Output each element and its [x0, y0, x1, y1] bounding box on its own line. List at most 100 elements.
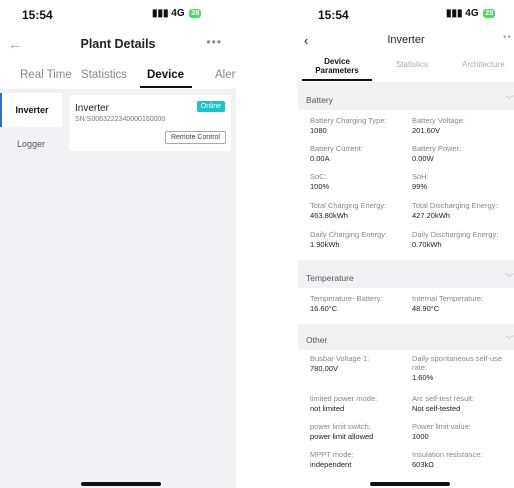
tab-statistics[interactable]: Statistics	[81, 69, 127, 81]
page-title: Plant Details	[80, 37, 156, 51]
param-arc-self-test: Arc self-test result: Not self-tested	[412, 394, 510, 414]
param-internal-temperature: Internal Temperature: 48.90°C	[412, 294, 510, 314]
more-options-icon[interactable]: ••	[503, 32, 512, 43]
remote-control-button[interactable]: Remote Control	[164, 131, 226, 144]
param-label: Daily Charging Energy:	[310, 230, 388, 239]
home-indicator[interactable]	[370, 482, 450, 486]
param-mppt-mode: MPPT mode: independent	[310, 450, 408, 470]
param-label: Battery Current:	[310, 144, 363, 153]
param-soc: SoC: 100%	[310, 172, 408, 192]
param-value: 0.70kWh	[412, 240, 442, 249]
param-label: Battery Power:	[412, 144, 462, 153]
sidebar-item-logger[interactable]: Logger	[0, 127, 62, 161]
device-type-sidebar: Inverter Logger	[0, 90, 62, 488]
chevron-down-icon: ﹀	[504, 335, 514, 345]
inverter-parameters-screen: 15:54 ▮▮▮ 4G 28 ‹ Inverter •• Device Par…	[298, 0, 514, 488]
param-label: Busbar Voltage 1:	[310, 354, 370, 363]
param-battery-current: Battery Current: 0.00A	[310, 144, 408, 164]
param-value: 0.00A	[310, 154, 330, 163]
tab-architecture[interactable]: Architecture	[462, 60, 505, 69]
section-header-other[interactable]: Other ﹀	[298, 330, 514, 350]
signal-indicator: ▮▮▮ 4G 28	[446, 8, 496, 19]
network-type: 4G	[171, 8, 185, 19]
param-value: 1080	[310, 126, 327, 135]
page-title: Inverter	[387, 34, 425, 46]
device-card[interactable]: Inverter SN:S006322234000016000​0 Online…	[69, 95, 231, 151]
status-time: 15:54	[22, 8, 53, 22]
param-value: power limit allowed	[310, 432, 374, 441]
param-daily-charging-energy: Daily Charging Energy: 1.90kWh	[310, 230, 408, 250]
section-header-battery[interactable]: Battery ﹀	[298, 90, 514, 110]
param-value: independent	[310, 460, 352, 469]
param-value: 99%	[412, 182, 428, 191]
nav-bar: ‹ Inverter ••	[298, 30, 514, 52]
more-options-icon[interactable]: •••	[206, 35, 222, 49]
param-total-discharging-energy: Total Discharging Energy: 427.20kWh	[412, 201, 510, 221]
param-value: 48.90°C	[412, 304, 440, 313]
device-serial: SN:S006322234000016000​0	[75, 116, 166, 123]
param-value: 427.20kWh	[412, 211, 450, 220]
param-value: 603kΩ	[412, 460, 434, 469]
param-battery-voltage: Battery Voltage: 201.60V	[412, 116, 510, 136]
param-busbar-voltage: Busbar Voltage 1: 780.00V	[310, 354, 408, 374]
section-title: Battery	[306, 95, 333, 105]
active-tab-indicator	[140, 86, 192, 88]
param-value: 463.80kWh	[310, 211, 348, 220]
param-label: Total Charging Energy:	[310, 201, 387, 210]
sidebar-item-inverter[interactable]: Inverter	[0, 93, 62, 127]
param-value: 100%	[310, 182, 330, 191]
param-value: Not self-tested	[412, 404, 461, 413]
param-label: SoH:	[412, 172, 429, 181]
param-power-limit-value: Power limit value: 1000	[412, 422, 510, 442]
status-badge: Online	[196, 101, 225, 112]
param-battery-power: Battery Power: 0.00W	[412, 144, 510, 164]
signal-bars-icon: ▮▮▮	[152, 8, 169, 19]
section-title: Other	[306, 335, 328, 345]
param-value: 0.00W	[412, 154, 434, 163]
param-value: 16.60°C	[310, 304, 338, 313]
active-tab-indicator	[302, 79, 372, 81]
param-battery-charging-type: Battery Charging Type: 1080	[310, 116, 408, 136]
param-insulation-resistance: Insulation resistance: 603kΩ	[412, 450, 510, 470]
param-value: 201.60V	[412, 126, 440, 135]
param-value: 1.90kWh	[310, 240, 340, 249]
param-limited-power-mode: limited power mode: not limited	[310, 394, 408, 414]
param-label: Daily spontaneous self-use rate:	[412, 354, 503, 372]
section-title: Temperature	[306, 273, 354, 283]
param-label: SoC:	[310, 172, 327, 181]
battery-icon: 28	[189, 9, 202, 18]
plant-details-screen: 15:54 ▮▮▮ 4G 28 ← Plant Details ••• Real…	[0, 0, 236, 488]
param-daily-discharging-energy: Daily Discharging Energy: 0.70kWh	[412, 230, 510, 250]
status-bar: 15:54 ▮▮▮ 4G 28	[298, 0, 514, 30]
section-header-temperature[interactable]: Temperature ﹀	[298, 268, 514, 288]
param-power-limit-switch: power limit switch: power limit allowed	[310, 422, 408, 442]
param-label: limited power mode:	[310, 394, 378, 403]
other-params: Busbar Voltage 1: 780.00V Daily spontaneo…	[298, 350, 514, 488]
chevron-down-icon: ﹀	[504, 273, 514, 283]
network-type: 4G	[465, 8, 479, 19]
param-total-charging-energy: Total Charging Energy: 463.80kWh	[310, 201, 408, 221]
param-label: Daily Discharging Energy:	[412, 230, 499, 239]
tab-bar: Device Parameters Statistics Architectur…	[298, 52, 514, 82]
tab-real-time[interactable]: Real Time	[20, 69, 72, 81]
tab-device[interactable]: Device	[147, 69, 184, 81]
device-name: Inverter	[75, 103, 109, 114]
battery-icon: 28	[483, 9, 496, 18]
param-label: Temperature- Battery:	[310, 294, 383, 303]
param-soh: SoH: 99%	[412, 172, 510, 192]
tab-device-parameters[interactable]: Device Parameters	[302, 57, 372, 75]
param-value: 780.00V	[310, 364, 338, 373]
status-time: 15:54	[318, 8, 349, 22]
param-label: MPPT mode:	[310, 450, 354, 459]
param-value: 1.60%	[412, 373, 434, 382]
param-battery-temperature: Temperature- Battery: 16.60°C	[310, 294, 408, 314]
param-label: Insulation resistance:	[412, 450, 483, 459]
tab-statistics[interactable]: Statistics	[396, 60, 428, 69]
param-label: Internal Temperature:	[412, 294, 484, 303]
tab-bar: Real Time Statistics Device Alert	[0, 60, 236, 90]
signal-bars-icon: ▮▮▮	[446, 8, 463, 19]
temperature-params: Temperature- Battery: 16.60°C Internal Te…	[298, 288, 514, 324]
home-indicator[interactable]	[81, 482, 161, 486]
tab-alert[interactable]: Alert	[215, 69, 236, 81]
param-label: Arc self-test result:	[412, 394, 475, 403]
